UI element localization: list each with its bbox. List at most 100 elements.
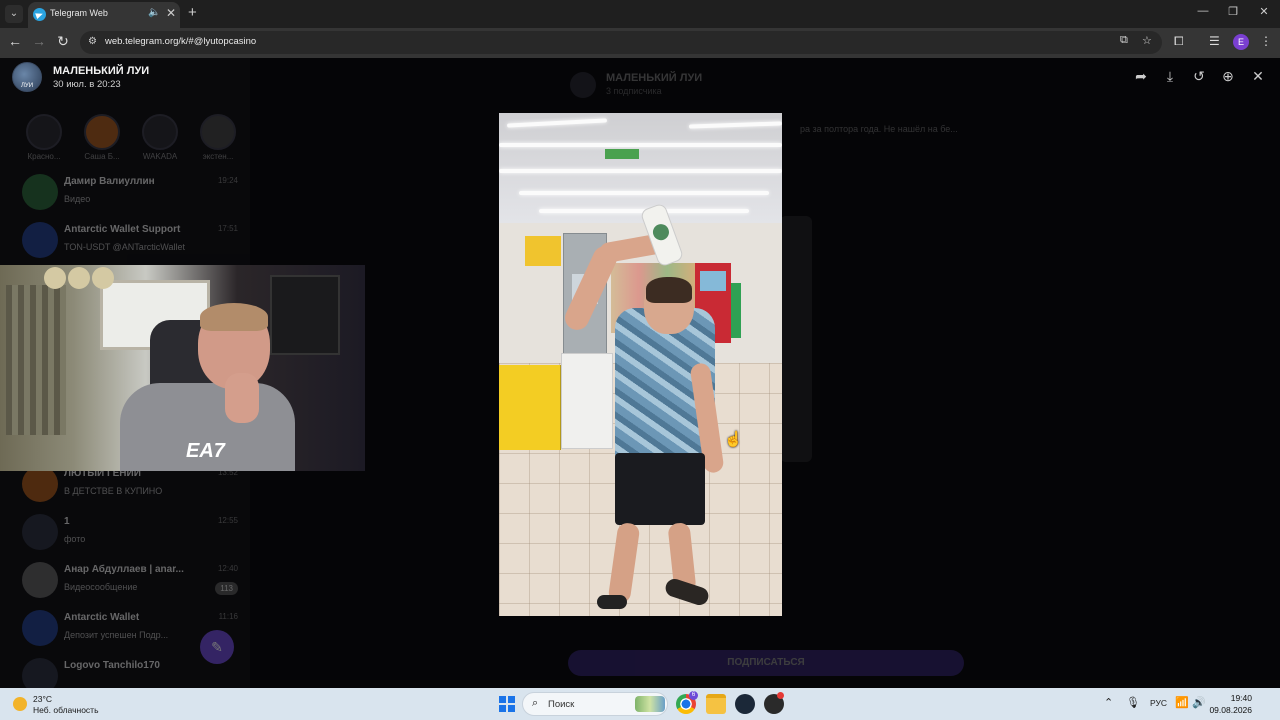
chat-avatar (22, 174, 58, 210)
omnibox[interactable]: ⚙ web.telegram.org/k/#@lyutopcasino ⧉ ☆ (80, 31, 1162, 54)
media-photo[interactable] (499, 113, 782, 616)
search-placeholder: Поиск (548, 699, 575, 710)
chat-preview: Депозит успешен Подр... (64, 630, 169, 640)
post-date: 30 июл. в 20:23 (53, 79, 121, 90)
streamer-hair (200, 303, 268, 331)
pinned-message[interactable]: ра за полтора года. Не нашёл на бе... (800, 124, 958, 134)
profile-avatar[interactable]: E (1233, 34, 1249, 50)
close-icon[interactable]: ✕ (166, 6, 176, 20)
chat-name: Antarctic Wallet Support (64, 224, 181, 235)
forward-share-icon[interactable]: ➦ (1131, 68, 1151, 85)
chat-time: 19:24 (217, 176, 238, 185)
curtain (6, 285, 66, 435)
balloon (44, 267, 66, 289)
hair (646, 277, 692, 303)
windows-icon[interactable] (499, 696, 515, 712)
chat-time: 12:55 (217, 516, 238, 525)
install-icon[interactable]: ⧉ (1120, 34, 1128, 47)
streamer-hand (225, 373, 259, 423)
unread-badge: 113 (215, 582, 238, 595)
taskbar-search[interactable]: ⌕ Поиск (522, 692, 668, 716)
chat-list-item[interactable]: 1 фото 12:55 (0, 508, 250, 556)
chat-preview: фото (64, 534, 86, 544)
left-slipper (597, 595, 627, 609)
forward-icon[interactable]: → (29, 33, 49, 49)
media-viewer-header: ЛУИ МАЛЕНЬКИЙ ЛУИ 30 июл. в 20:23 ➦ ⤓ ↺ … (0, 58, 1280, 98)
wifi-icon[interactable]: 📶 (1175, 696, 1189, 709)
chat-name: Antarctic Wallet (64, 612, 140, 623)
minimize-button[interactable]: — (1193, 5, 1213, 17)
media-icon[interactable]: ☰ (1209, 34, 1220, 48)
address-bar: ← → ↻ ⚙ web.telegram.org/k/#@lyutopcasin… (0, 28, 1280, 58)
chat-list-item[interactable]: Анар Абдуллаев | anar... Видеосообщение … (0, 556, 250, 604)
chat-preview: TON-USDT @ANTarcticWallet (64, 242, 185, 252)
tab-menu-icon[interactable]: ⌄ (5, 5, 23, 23)
telegram-icon (33, 8, 46, 21)
chat-name: Анар Абдуллаев | anar... (64, 564, 184, 575)
chat-time: 12:40 (217, 564, 238, 573)
story-avatar[interactable] (200, 114, 236, 150)
clock-time[interactable]: 19:40 (1212, 693, 1252, 703)
notification-dot (777, 692, 784, 699)
extensions-icon[interactable]: ⧠ (1174, 34, 1184, 49)
chat-name: Logovo Tanchilo170 (64, 660, 160, 671)
more-icon[interactable]: ⋮ (1260, 34, 1272, 48)
chat-name: Дамир Валиуллин (64, 176, 155, 187)
subscribe-button[interactable]: ПОДПИСАТЬСЯ (568, 650, 964, 676)
story-label: WAKADA (142, 152, 178, 161)
reload-icon[interactable]: ↻ (53, 33, 73, 50)
restore-button[interactable]: ❐ (1223, 5, 1243, 18)
chat-avatar (22, 658, 58, 688)
folder-icon[interactable] (706, 694, 726, 714)
chat-preview: В ДЕТСТВЕ В КУПИНО (64, 486, 163, 496)
weather-description[interactable]: Неб. облачность (33, 705, 99, 715)
weather-temperature[interactable]: 23°C (33, 694, 52, 704)
left-leg (607, 521, 641, 605)
url-text[interactable]: web.telegram.org/k/#@lyutopcasino (105, 36, 256, 47)
window-close-button[interactable]: ✕ (1254, 5, 1274, 18)
message-bubble (780, 216, 812, 462)
language-indicator[interactable]: РУС (1150, 698, 1167, 708)
new-tab-button[interactable]: + (188, 4, 197, 21)
avatar-caption: ЛУИ (20, 83, 34, 89)
channel-avatar[interactable]: ЛУИ (12, 62, 42, 92)
tv-screen (270, 275, 340, 355)
site-info-icon[interactable]: ⚙ (88, 36, 100, 48)
chat-preview: Видео (64, 194, 91, 204)
chat-list-item[interactable]: Antarctic Wallet Support TON-USDT @ANTar… (0, 216, 250, 264)
star-icon[interactable]: ☆ (1142, 34, 1152, 47)
story-label: экстен... (202, 152, 234, 161)
windows-taskbar: 23°C Неб. облачность ⌕ Поиск 6 ⌃ 🎙 РУС 📶… (0, 688, 1280, 720)
story-avatar[interactable] (26, 114, 62, 150)
zoom-icon[interactable]: ⊕ (1218, 68, 1238, 85)
audio-icon[interactable]: 🔈 (148, 7, 160, 18)
compose-pencil-icon[interactable]: ✎ (200, 630, 234, 664)
rotate-icon[interactable]: ↺ (1189, 68, 1209, 85)
chrome-badge: 6 (689, 691, 698, 700)
story-avatar[interactable] (84, 114, 120, 150)
balloon (92, 267, 114, 289)
chat-time: 17:51 (217, 224, 238, 233)
balloon (68, 267, 90, 289)
chat-time: 11:16 (218, 612, 238, 621)
chat-list-item[interactable]: Дамир Валиуллин Видео 19:24 (0, 168, 250, 216)
channel-title[interactable]: МАЛЕНЬКИЙ ЛУИ (53, 65, 149, 77)
story-label: Красно... (27, 152, 61, 161)
chevron-up-icon[interactable]: ⌃ (1104, 696, 1113, 709)
tab-telegram[interactable]: Telegram Web 🔈 ✕ (28, 2, 180, 28)
clock-date[interactable]: 09.08.2026 (1202, 705, 1252, 715)
weather-icon[interactable] (13, 697, 27, 711)
bottle-label (650, 221, 672, 243)
hand-cursor-icon: ☝ (724, 431, 743, 448)
viewer-close-icon[interactable]: ✕ (1248, 68, 1268, 85)
microphone-icon[interactable]: 🎙 (1126, 696, 1140, 709)
person-figure (499, 113, 782, 616)
webcam-overlay: EA7 (0, 265, 365, 471)
steam-icon[interactable] (735, 694, 755, 714)
download-icon[interactable]: ⤓ (1160, 68, 1180, 85)
story-avatar[interactable] (142, 114, 178, 150)
chat-avatar (22, 514, 58, 550)
chat-preview: Видеосообщение (64, 582, 138, 592)
back-icon[interactable]: ← (5, 33, 25, 49)
chat-avatar (22, 610, 58, 646)
